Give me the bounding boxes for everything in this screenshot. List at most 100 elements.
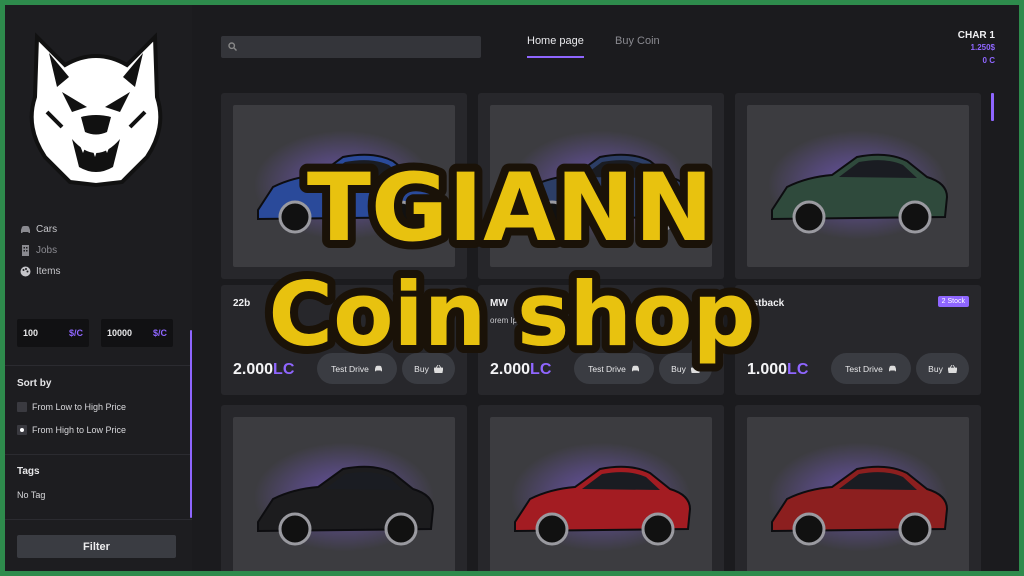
test-drive-button[interactable]: Test Drive bbox=[831, 353, 911, 384]
product-card[interactable] bbox=[221, 93, 467, 279]
product-card[interactable] bbox=[478, 405, 724, 571]
basket-icon bbox=[690, 364, 700, 373]
sort-high-to-low[interactable]: From High to Low Price bbox=[17, 425, 126, 435]
product-info: astback 2 Stock 1.000LC Test Drive Buy bbox=[735, 285, 981, 395]
basket-icon bbox=[947, 364, 957, 373]
max-price-unit: $/C bbox=[152, 328, 167, 338]
search-bar[interactable] bbox=[221, 36, 481, 58]
button-label: Buy bbox=[414, 363, 429, 374]
sort-low-to-high[interactable]: From Low to High Price bbox=[17, 402, 126, 412]
car-wheel bbox=[278, 200, 312, 234]
car-wheel bbox=[641, 512, 675, 546]
car-image bbox=[490, 105, 712, 267]
car-icon bbox=[374, 365, 383, 372]
wolf-logo bbox=[29, 32, 163, 187]
car-image bbox=[747, 417, 969, 571]
car-wheel bbox=[278, 512, 312, 546]
divider bbox=[5, 519, 192, 520]
button-label: Test Drive bbox=[845, 363, 883, 374]
app-window: Cars Jobs Items 100 $/C 10000 $/C Sort b… bbox=[5, 5, 1019, 571]
sort-option-label: From High to Low Price bbox=[32, 425, 127, 435]
divider bbox=[5, 454, 192, 455]
car-icon bbox=[631, 365, 640, 372]
tab-buy-coin[interactable]: Buy Coin bbox=[615, 35, 660, 47]
button-label: Buy bbox=[928, 363, 943, 374]
min-price-input[interactable]: 100 $/C bbox=[17, 319, 89, 347]
car-image bbox=[233, 417, 455, 571]
product-title: astback bbox=[747, 298, 785, 309]
basket-icon bbox=[433, 364, 443, 373]
product-card[interactable] bbox=[735, 405, 981, 571]
car-image bbox=[233, 105, 455, 267]
tags-title: Tags bbox=[17, 466, 40, 477]
car-image bbox=[747, 105, 969, 267]
product-info: MW orem Ip... pesett... dustr... 2.000LC… bbox=[478, 285, 724, 395]
sort-low-to-high-checkbox[interactable] bbox=[17, 402, 27, 412]
car-wheel bbox=[792, 512, 826, 546]
main-scrollbar[interactable] bbox=[991, 93, 994, 121]
test-drive-button[interactable]: Test Drive bbox=[317, 353, 397, 384]
product-description: orem Ip... pesett... dustr... bbox=[490, 316, 581, 325]
filter-button[interactable]: Filter bbox=[17, 535, 176, 558]
palette-icon bbox=[19, 266, 31, 278]
car-icon bbox=[888, 365, 897, 372]
sidebar-item-items[interactable]: Items bbox=[19, 261, 60, 282]
search-icon bbox=[228, 38, 237, 56]
sidebar-scrollbar[interactable] bbox=[190, 330, 192, 518]
sidebar-item-cars[interactable]: Cars bbox=[19, 219, 60, 240]
product-card[interactable] bbox=[735, 93, 981, 279]
price-value: 2.000 bbox=[233, 361, 274, 378]
price-currency: LC bbox=[787, 361, 809, 378]
product-info: 22b 2.000LC Test Drive Buy bbox=[221, 285, 467, 395]
car-wheel bbox=[898, 512, 932, 546]
max-price-value: 10000 bbox=[107, 328, 133, 338]
price-currency: LC bbox=[530, 361, 552, 378]
coin-balance: 0 C bbox=[982, 56, 995, 65]
sort-option-label: From Low to High Price bbox=[32, 402, 127, 412]
divider bbox=[5, 365, 192, 366]
buy-button[interactable]: Buy bbox=[916, 353, 969, 384]
sidebar-nav: Cars Jobs Items bbox=[19, 219, 60, 282]
building-icon bbox=[19, 245, 31, 257]
max-price-input[interactable]: 10000 $/C bbox=[101, 319, 173, 347]
car-wheel bbox=[641, 200, 675, 234]
car-wheel bbox=[898, 200, 932, 234]
button-label: Test Drive bbox=[588, 363, 626, 374]
stock-badge: 2 Stock bbox=[937, 296, 969, 307]
button-label: Test Drive bbox=[331, 363, 369, 374]
tab-home-page[interactable]: Home page bbox=[527, 35, 584, 58]
product-price: 2.000LC bbox=[490, 361, 551, 379]
min-price-unit: $/C bbox=[68, 328, 83, 338]
car-wheel bbox=[535, 200, 569, 234]
button-label: Buy bbox=[671, 363, 686, 374]
product-card[interactable] bbox=[221, 405, 467, 571]
money-balance: 1.250$ bbox=[970, 43, 995, 52]
product-price: 2.000LC bbox=[233, 361, 294, 379]
car-wheel bbox=[384, 512, 418, 546]
buy-button[interactable]: Buy bbox=[659, 353, 712, 384]
sort-high-to-low-checkbox[interactable] bbox=[17, 425, 27, 435]
character-name: CHAR 1 bbox=[957, 30, 995, 41]
product-card[interactable] bbox=[478, 93, 724, 279]
sidebar-item-jobs[interactable]: Jobs bbox=[19, 240, 60, 261]
price-value: 2.000 bbox=[490, 361, 531, 378]
product-title: MW bbox=[490, 298, 508, 309]
sidebar: Cars Jobs Items 100 $/C 10000 $/C Sort b… bbox=[5, 5, 192, 571]
sidebar-item-label: Cars bbox=[36, 224, 58, 235]
car-wheel bbox=[792, 200, 826, 234]
min-price-value: 100 bbox=[23, 328, 39, 338]
car-image bbox=[490, 417, 712, 571]
car-wheel bbox=[535, 512, 569, 546]
price-currency: LC bbox=[273, 361, 295, 378]
car-icon bbox=[19, 224, 31, 236]
sidebar-item-label: Jobs bbox=[36, 245, 58, 256]
tag-value: No Tag bbox=[17, 490, 46, 500]
search-input[interactable] bbox=[242, 41, 472, 53]
sort-title: Sort by bbox=[17, 378, 52, 389]
user-info: CHAR 1 1.250$ 0 C bbox=[958, 30, 995, 67]
buy-button[interactable]: Buy bbox=[402, 353, 455, 384]
price-value: 1.000 bbox=[747, 361, 788, 378]
test-drive-button[interactable]: Test Drive bbox=[574, 353, 654, 384]
product-price: 1.000LC bbox=[747, 361, 808, 379]
product-title: 22b bbox=[233, 298, 251, 309]
